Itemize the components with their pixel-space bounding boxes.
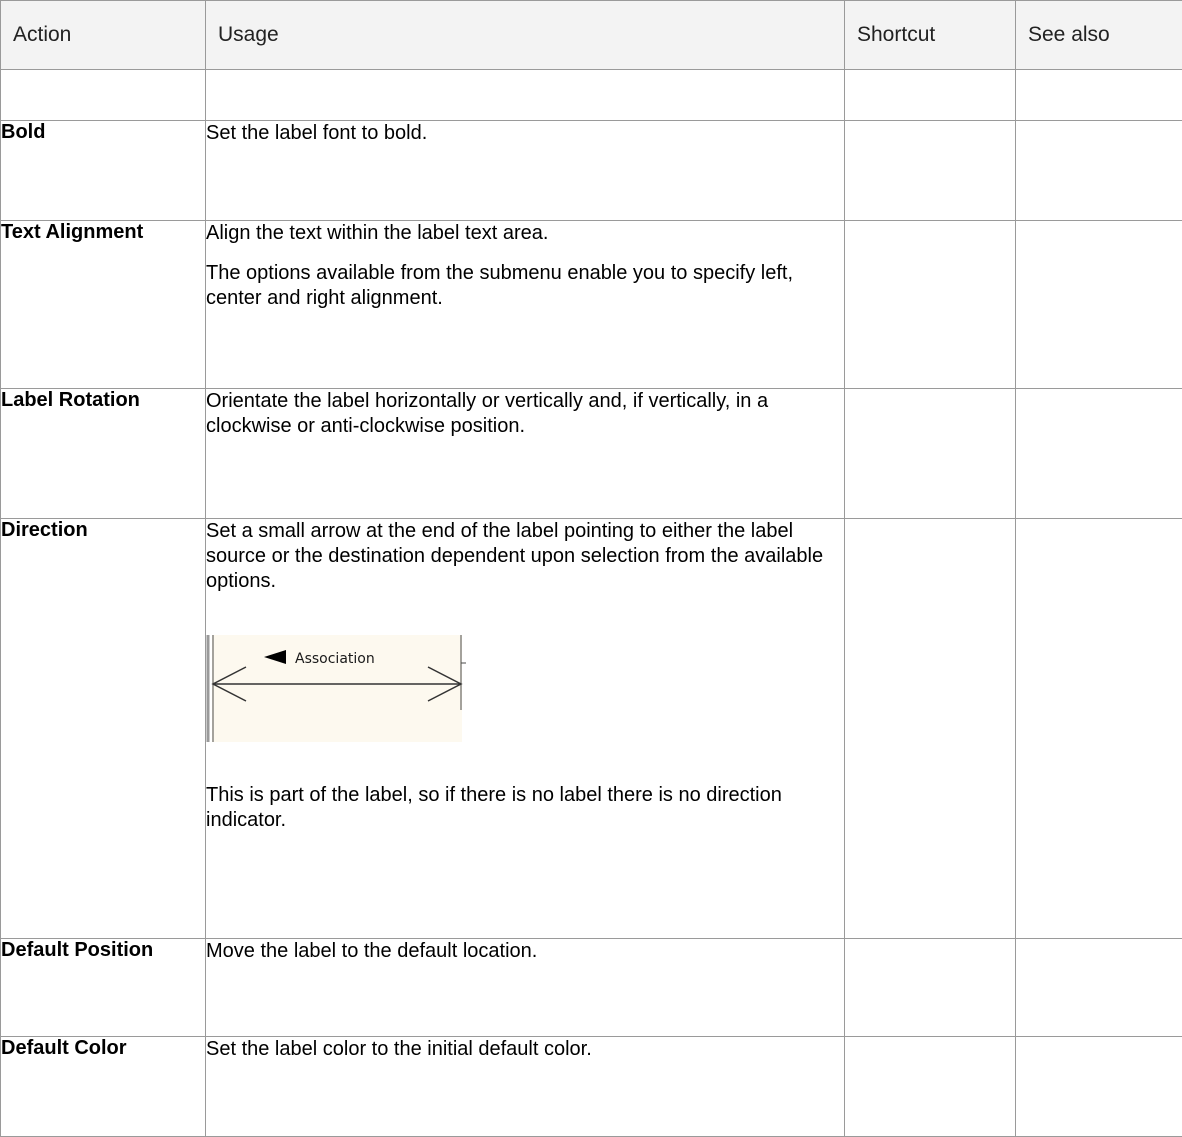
usage-text: Align the text within the label text are… [206, 221, 844, 246]
usage-text: Set a small arrow at the end of the labe… [206, 519, 844, 594]
usage-cell: Set the label font to bold. [206, 121, 845, 221]
shortcut-cell [845, 939, 1016, 1037]
see-also-cell [1016, 939, 1182, 1037]
header-shortcut: Shortcut [845, 1, 1016, 70]
usage-text: This is part of the label, so if there i… [206, 783, 844, 833]
shortcut-cell [845, 121, 1016, 221]
usage-cell: Set a small arrow at the end of the labe… [206, 519, 845, 939]
usage-text: Move the label to the default location. [206, 939, 844, 964]
table-row: Direction Set a small arrow at the end o… [1, 519, 1182, 939]
usage-cell: Orientate the label horizontally or vert… [206, 389, 845, 519]
association-label-text: Association [295, 651, 375, 667]
see-also-cell [1016, 519, 1182, 939]
see-also-cell [1016, 70, 1182, 121]
action-cell: Bold [1, 121, 206, 221]
association-label-figure: Association [206, 635, 466, 742]
usage-text: Set the label font to bold. [206, 121, 844, 146]
see-also-cell [1016, 389, 1182, 519]
table-row: Default Position Move the label to the d… [1, 939, 1182, 1037]
header-see-also: See also [1016, 1, 1182, 70]
table-row: Text Alignment Align the text within the… [1, 221, 1182, 389]
association-connector-illustration: Association [206, 635, 466, 742]
header-action: Action [1, 1, 206, 70]
shortcut-cell [845, 519, 1016, 939]
shortcut-cell [845, 221, 1016, 389]
usage-cell: Set the label color to the initial defau… [206, 1037, 845, 1137]
see-also-cell [1016, 1037, 1182, 1137]
header-usage: Usage [206, 1, 845, 70]
action-cell: Text Alignment [1, 221, 206, 389]
usage-cell: Align the text within the label text are… [206, 221, 845, 389]
header-row: Action Usage Shortcut See also [1, 1, 1182, 70]
action-cell: Default Color [1, 1037, 206, 1137]
see-also-cell [1016, 121, 1182, 221]
usage-cell: Move the label to the default location. [206, 939, 845, 1037]
shortcut-cell [845, 389, 1016, 519]
usage-text: Set the label color to the initial defau… [206, 1037, 844, 1062]
usage-text: The options available from the submenu e… [206, 261, 844, 311]
action-cell: Direction [1, 519, 206, 939]
action-cell: Label Rotation [1, 389, 206, 519]
usage-cell [206, 70, 845, 121]
table-row: Label Rotation Orientate the label horiz… [1, 389, 1182, 519]
label-actions-table: Action Usage Shortcut See also Bold Set … [0, 0, 1182, 1137]
usage-text: Orientate the label horizontally or vert… [206, 389, 844, 439]
shortcut-cell [845, 1037, 1016, 1137]
table-row [1, 70, 1182, 121]
table-row: Bold Set the label font to bold. [1, 121, 1182, 221]
action-cell: Default Position [1, 939, 206, 1037]
see-also-cell [1016, 221, 1182, 389]
action-cell [1, 70, 206, 121]
table-row: Default Color Set the label color to the… [1, 1037, 1182, 1137]
shortcut-cell [845, 70, 1016, 121]
